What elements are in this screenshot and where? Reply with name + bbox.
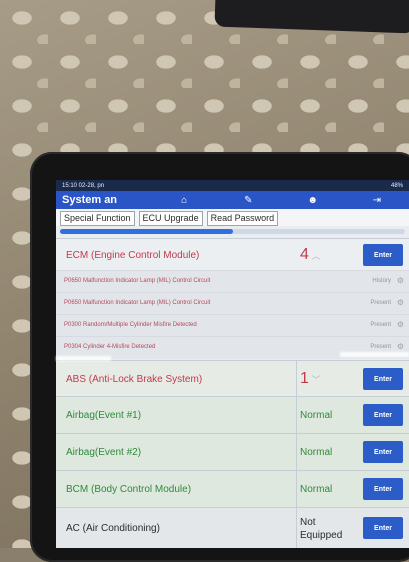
system-row-airbag-1[interactable]: Airbag(Event #1) Normal Enter (56, 396, 409, 434)
status-bar: 15:10 02-28, pn 48% (56, 180, 409, 191)
dtc-description: P0300 Random/Multiple Cylinder Misfire D… (64, 322, 197, 328)
dtc-row[interactable]: P0650 Malfunction Indicator Lamp (MIL) C… (56, 292, 409, 315)
tab-ecu-upgrade[interactable]: ECU Upgrade (138, 211, 203, 226)
enter-button[interactable]: Enter (363, 368, 403, 390)
screen-glare (340, 352, 409, 357)
system-name: ECM (Engine Control Module) (66, 249, 200, 261)
system-name: Airbag(Event #1) (66, 410, 142, 421)
function-tabs: Special Function ECU Upgrade Read Passwo… (56, 209, 409, 226)
chevron-down-icon[interactable]: ﹀ (309, 375, 320, 385)
dtc-state: History (372, 278, 391, 284)
gear-icon[interactable]: ⚙ (397, 320, 404, 329)
system-status: Normal (300, 484, 333, 495)
system-row-abs[interactable]: ABS (Anti-Lock Brake System) 1 ﹀ Enter (56, 360, 409, 397)
user-icon[interactable]: ☻ (281, 195, 345, 206)
report-icon[interactable]: ✎ (216, 195, 280, 206)
fault-count: 4 ︿ (300, 245, 321, 263)
system-name: Airbag(Event #2) (66, 447, 142, 458)
enter-button[interactable]: Enter (363, 404, 403, 426)
dtc-description: P0650 Malfunction Indicator Lamp (MIL) C… (64, 300, 211, 306)
tablet-screen: 15:10 02-28, pn 48% System an ⌂ ✎ ☻ ⇥ Sp… (56, 180, 409, 548)
dtc-row[interactable]: P0300 Random/Multiple Cylinder Misfire D… (56, 314, 409, 337)
enter-button[interactable]: Enter (363, 517, 403, 539)
dtc-description: P0650 Malfunction Indicator Lamp (MIL) C… (64, 278, 211, 284)
chevron-up-icon[interactable]: ︿ (309, 251, 320, 261)
scan-progress-fill (60, 229, 233, 234)
fault-count: 1 ﹀ (300, 369, 321, 387)
dtc-description: P0304 Cylinder 4-Misfire Detected (64, 344, 156, 350)
system-status: Normal (300, 447, 333, 458)
dtc-state: Present (370, 322, 391, 328)
gear-icon[interactable]: ⚙ (397, 342, 404, 351)
gear-icon[interactable]: ⚙ (397, 298, 404, 307)
tab-special-function[interactable]: Special Function (60, 211, 135, 226)
status-battery: 48% (390, 182, 403, 189)
system-name: AC (Air Conditioning) (66, 523, 160, 534)
tab-read-password[interactable]: Read Password (206, 211, 279, 226)
scan-progress-bar (60, 229, 405, 234)
enter-button[interactable]: Enter (363, 441, 403, 463)
enter-button[interactable]: Enter (363, 244, 403, 266)
exit-icon[interactable]: ⇥ (345, 195, 409, 206)
column-divider (296, 360, 297, 548)
home-icon[interactable]: ⌂ (152, 195, 216, 206)
system-row-bcm[interactable]: BCM (Body Control Module) Normal Enter (56, 470, 409, 508)
status-time: 15:10 02-28, pn (62, 182, 105, 189)
gear-icon[interactable]: ⚙ (397, 276, 404, 285)
system-row-airbag-2[interactable]: Airbag(Event #2) Normal Enter (56, 433, 409, 471)
system-row-ac[interactable]: AC (Air Conditioning) Not Equipped Enter (56, 507, 409, 548)
dtc-row[interactable]: P0650 Malfunction Indicator Lamp (MIL) C… (56, 270, 409, 293)
system-row-ecm[interactable]: ECM (Engine Control Module) 4 ︿ Enter (56, 238, 409, 271)
enter-button[interactable]: Enter (363, 478, 403, 500)
system-status: Normal (300, 410, 333, 421)
title-bar: System an ⌂ ✎ ☻ ⇥ (56, 191, 409, 209)
page-title: System an (62, 194, 118, 206)
system-name: ABS (Anti-Lock Brake System) (66, 373, 203, 385)
dtc-state: Present (370, 300, 391, 306)
screen-glare (56, 356, 111, 361)
system-name: BCM (Body Control Module) (66, 484, 192, 495)
system-status: Not Equipped (300, 516, 343, 541)
dtc-state: Present (370, 344, 391, 350)
